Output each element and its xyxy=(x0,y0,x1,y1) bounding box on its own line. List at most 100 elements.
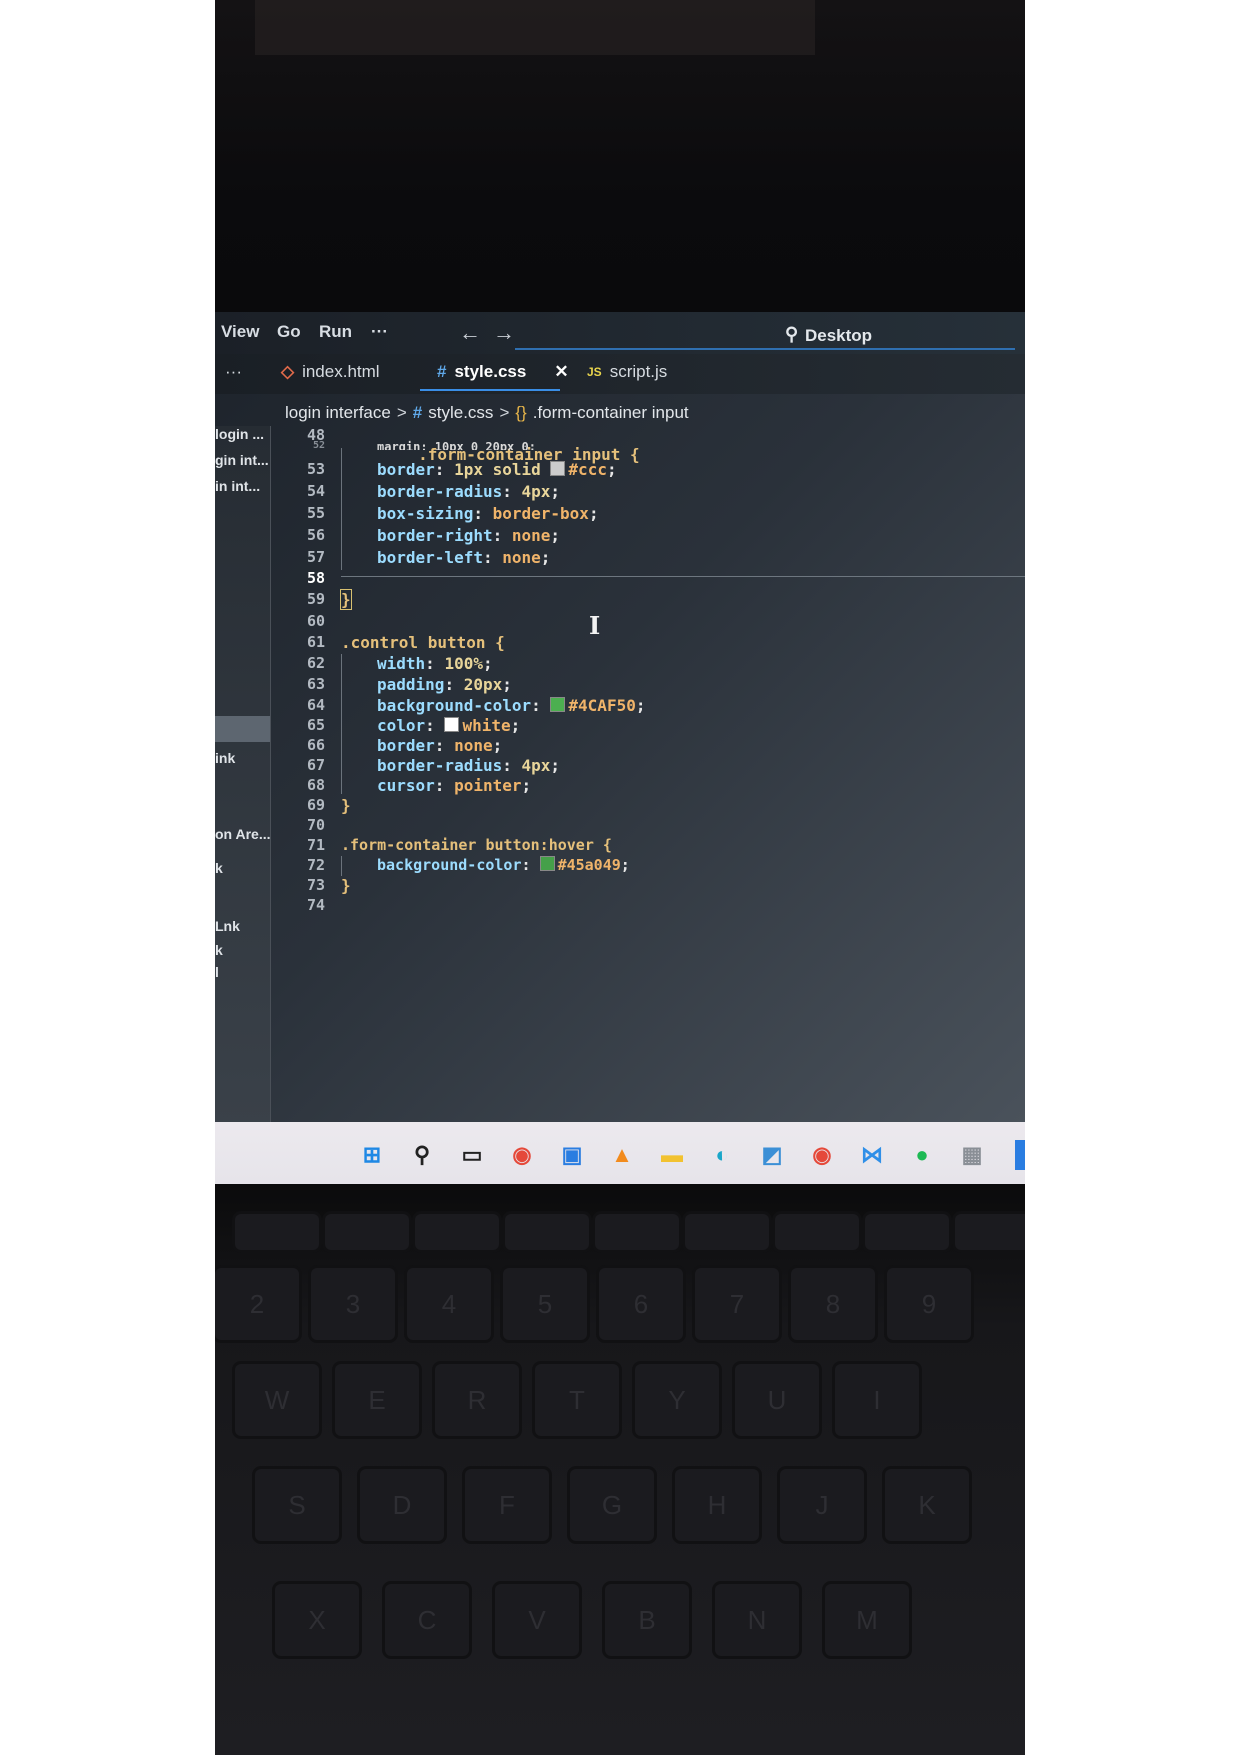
breadcrumb-symbol[interactable]: .form-container input xyxy=(533,403,689,423)
code-line: cursor: pointer; xyxy=(377,776,532,795)
menu-more[interactable]: ··· xyxy=(371,322,388,342)
current-line-highlight xyxy=(341,576,1025,577)
vlc-icon[interactable]: ▲ xyxy=(607,1140,637,1170)
code-line: background-color: #45a049; xyxy=(377,856,630,874)
explorer-item[interactable]: ink xyxy=(215,750,270,766)
key: 6 xyxy=(599,1268,683,1340)
explorer-sidebar: login ... gin int... in int... ink on Ar… xyxy=(215,426,271,1126)
key: E xyxy=(335,1364,419,1436)
laptop-screen: View Go Run ··· ← → ⚲ Desktop ··· ◇ inde… xyxy=(215,312,1025,1127)
tab-script-js[interactable]: JS script.js xyxy=(587,362,667,382)
key xyxy=(235,1214,319,1250)
key: V xyxy=(495,1584,579,1656)
explorer-item[interactable]: l xyxy=(215,964,270,980)
code-line: .form-container button:hover { xyxy=(341,836,612,854)
explorer-item[interactable]: login ... xyxy=(215,426,270,442)
code-line: background-color: #4CAF50; xyxy=(377,696,646,715)
key: 9 xyxy=(887,1268,971,1340)
html-file-icon: ◇ xyxy=(281,362,295,381)
store-icon[interactable]: ▣ xyxy=(557,1140,587,1170)
chrome-icon[interactable]: ◉ xyxy=(507,1140,537,1170)
code-line: box-sizing: border-box; xyxy=(377,504,599,523)
key: J xyxy=(780,1469,864,1541)
search-icon: ⚲ xyxy=(785,324,799,344)
search-icon[interactable]: ⚲ xyxy=(407,1140,437,1170)
color-swatch[interactable] xyxy=(550,697,566,712)
tab-index-html[interactable]: ◇ index.html xyxy=(281,362,380,382)
command-center-search[interactable]: ⚲ Desktop xyxy=(515,320,1015,350)
line-number: 68 xyxy=(306,776,325,794)
code-line: border-left: none; xyxy=(377,548,551,567)
css-file-icon: # xyxy=(437,362,447,381)
menu-go[interactable]: Go xyxy=(277,322,301,342)
line-number: 57 xyxy=(306,548,325,566)
search-label: Desktop xyxy=(805,326,873,345)
edge-icon[interactable]: ◐ xyxy=(707,1140,737,1170)
key xyxy=(685,1214,769,1250)
line-number: 61 xyxy=(306,633,325,651)
code-line: border-radius: 4px; xyxy=(377,482,561,501)
key: S xyxy=(255,1469,339,1541)
key: F xyxy=(465,1469,549,1541)
spotify-icon[interactable]: ● xyxy=(907,1140,937,1170)
key xyxy=(865,1214,949,1250)
tab-style-css[interactable]: # style.css ✕ xyxy=(437,362,569,382)
close-tab-icon[interactable]: ✕ xyxy=(554,362,568,382)
color-swatch[interactable] xyxy=(444,717,460,732)
explorer-item[interactable]: in int... xyxy=(215,478,270,494)
indent-guide xyxy=(341,654,342,794)
key: K xyxy=(885,1469,969,1541)
chrome-profile-icon[interactable]: ◉ xyxy=(807,1140,837,1170)
key: 3 xyxy=(311,1268,395,1340)
line-number: 52 xyxy=(312,440,325,451)
active-tab-indicator xyxy=(420,389,560,391)
key: U xyxy=(735,1364,819,1436)
back-arrow-icon[interactable]: ← xyxy=(459,320,481,346)
breadcrumb-folder[interactable]: login interface xyxy=(285,403,391,423)
code-line: border: none; xyxy=(377,736,503,755)
forward-arrow-icon[interactable]: → xyxy=(493,320,515,346)
color-swatch[interactable] xyxy=(550,461,566,476)
menu-bar: View Go Run ··· ← → ⚲ Desktop xyxy=(215,312,1025,354)
menu-run[interactable]: Run xyxy=(319,322,352,342)
explorer-item[interactable]: k xyxy=(215,860,270,876)
key: 4 xyxy=(407,1268,491,1340)
partial-code-line: margin: 10px 0 20px 0; xyxy=(377,440,536,450)
vscode-icon[interactable]: ⋈ xyxy=(857,1140,887,1170)
key: X xyxy=(275,1584,359,1656)
editor-tab-bar: ··· ◇ index.html # style.css ✕ JS script… xyxy=(215,354,1025,394)
code-line: border-right: none; xyxy=(377,526,561,545)
line-number: 60 xyxy=(306,612,325,630)
key: W xyxy=(235,1364,319,1436)
explorer-item[interactable]: k xyxy=(215,942,270,958)
explorer-item[interactable]: Lnk xyxy=(215,918,270,934)
color-swatch[interactable] xyxy=(539,856,555,871)
key: C xyxy=(385,1584,469,1656)
line-number: 63 xyxy=(306,675,325,693)
code-editor[interactable]: 48 52 53 54 55 56 57 58 59 60 61 62 63 6… xyxy=(271,426,1025,1126)
file-explorer-icon[interactable]: ▬ xyxy=(657,1140,687,1170)
key xyxy=(775,1214,859,1250)
css-file-icon: # xyxy=(412,403,423,422)
line-number: 71 xyxy=(306,836,325,854)
line-number: 70 xyxy=(306,816,325,834)
line-number: 65 xyxy=(306,716,325,734)
key: 7 xyxy=(695,1268,779,1340)
explorer-item[interactable]: on Are... xyxy=(215,826,270,842)
tab-label: style.css xyxy=(454,362,527,381)
code-line: } xyxy=(341,876,351,895)
taskbar-edge-icon xyxy=(1015,1140,1025,1170)
windows-start-icon[interactable]: ⊞ xyxy=(357,1140,387,1170)
photos-icon[interactable]: ◩ xyxy=(757,1140,787,1170)
line-number: 59 xyxy=(306,590,325,608)
line-number: 54 xyxy=(306,482,325,500)
key xyxy=(325,1214,409,1250)
calculator-icon[interactable]: ▦ xyxy=(957,1140,987,1170)
breadcrumb-file[interactable]: style.css xyxy=(428,403,493,423)
task-view-icon[interactable]: ▭ xyxy=(457,1140,487,1170)
explorer-item[interactable]: gin int... xyxy=(215,452,270,468)
menu-view[interactable]: View xyxy=(221,322,259,342)
key: 2 xyxy=(215,1268,299,1340)
tabs-overflow-button[interactable]: ··· xyxy=(225,362,242,382)
key: T xyxy=(535,1364,619,1436)
